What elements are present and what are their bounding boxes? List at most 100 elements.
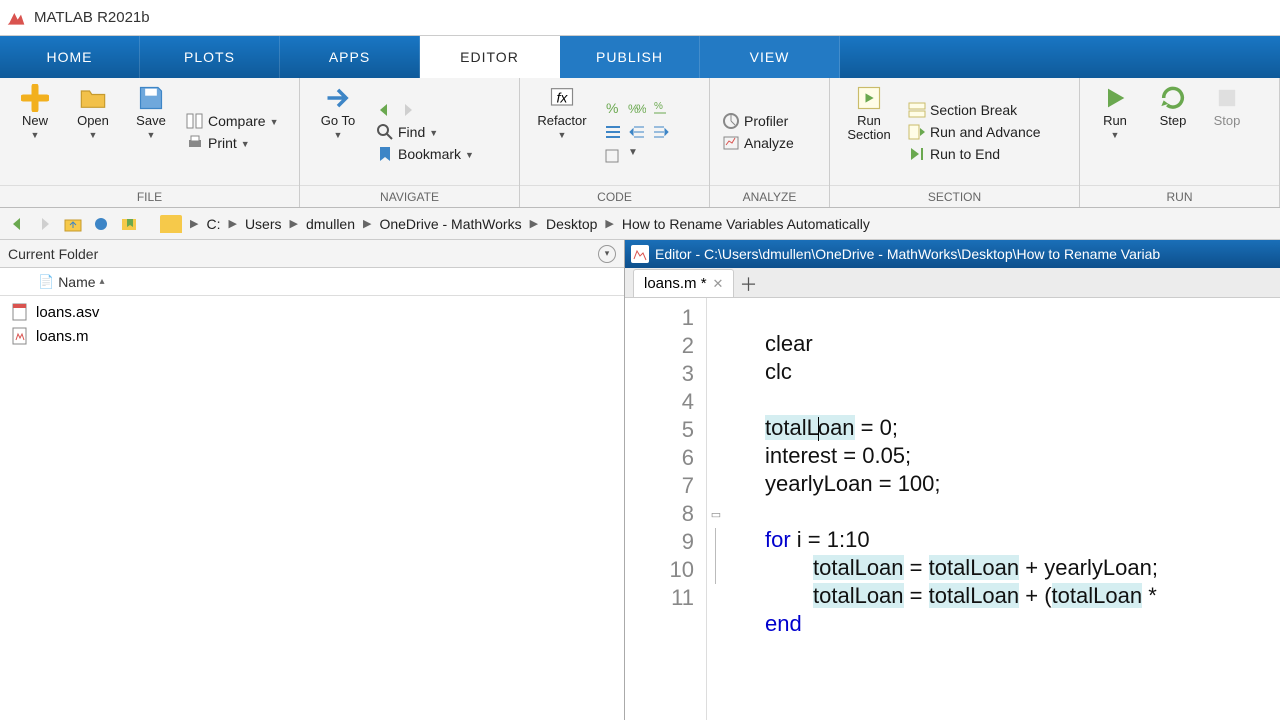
new-tab-button[interactable]: ＋: [734, 271, 762, 297]
print-label: Print: [208, 135, 237, 151]
chevron-down-icon: ▼: [89, 130, 98, 140]
run-to-end-button[interactable]: Run to End: [908, 145, 1041, 163]
chevron-down-icon: ▼: [558, 130, 567, 140]
open-label: Open: [77, 114, 109, 128]
group-label-section: SECTION: [830, 185, 1079, 207]
tab-apps[interactable]: APPS: [280, 36, 420, 78]
stop-button[interactable]: Stop: [1202, 82, 1252, 128]
arrow-left-icon: [376, 101, 394, 119]
refactor-label: Refactor: [537, 114, 586, 128]
stop-label: Stop: [1214, 114, 1241, 128]
indent-right-icon[interactable]: [628, 123, 646, 141]
svg-text:%: %: [654, 101, 663, 112]
group-label-code: CODE: [520, 185, 709, 207]
run-advance-button[interactable]: Run and Advance: [908, 123, 1041, 141]
sort-asc-icon: ▴: [100, 276, 105, 287]
bookmark-button[interactable]: Bookmark ▼: [376, 145, 474, 163]
profiler-button[interactable]: Profiler: [722, 112, 794, 130]
nav-back-forward[interactable]: [376, 101, 474, 119]
chevron-down-icon: ▼: [1111, 130, 1120, 140]
compare-button[interactable]: Compare ▼: [186, 112, 279, 130]
refactor-button[interactable]: fx Refactor ▼: [526, 82, 598, 140]
current-folder-title: Current Folder: [8, 246, 98, 262]
tab-plots[interactable]: PLOTS: [140, 36, 280, 78]
editor-tab[interactable]: loans.m * ✕: [633, 269, 734, 297]
fold-toggle[interactable]: ▭: [707, 500, 725, 528]
name-column-header[interactable]: 📄 Name ▴: [0, 268, 624, 296]
close-icon[interactable]: ✕: [713, 276, 724, 292]
open-button[interactable]: Open ▼: [64, 82, 122, 140]
code-tool-icon[interactable]: [604, 147, 622, 165]
new-button[interactable]: New ▼: [6, 82, 64, 140]
current-folder-header: Current Folder ▾: [0, 240, 624, 268]
save-button[interactable]: Save ▼: [122, 82, 180, 140]
goto-button[interactable]: Go To ▼: [306, 82, 370, 140]
file-name: loans.m: [36, 328, 89, 345]
crumb-onedrive[interactable]: OneDrive - MathWorks: [379, 216, 521, 232]
indent-icon[interactable]: [604, 123, 622, 141]
run-section-button[interactable]: Run Section: [836, 82, 902, 143]
run-button[interactable]: Run ▼: [1086, 82, 1144, 140]
title-bar: MATLAB R2021b: [0, 0, 1280, 36]
goto-label: Go To: [321, 114, 355, 128]
section-break-icon: [908, 101, 926, 119]
compare-label: Compare: [208, 113, 266, 129]
tab-view[interactable]: VIEW: [700, 36, 840, 78]
back-button[interactable]: [6, 213, 28, 235]
new-label: New: [22, 114, 48, 128]
crumb-desktop[interactable]: Desktop: [546, 216, 597, 232]
editor-icon: [631, 245, 649, 263]
step-button[interactable]: Step: [1144, 82, 1202, 128]
wrap-comment-icon[interactable]: %: [652, 99, 670, 117]
group-label-navigate: NAVIGATE: [300, 185, 519, 207]
matlab-logo-icon: [6, 8, 26, 28]
step-label: Step: [1160, 114, 1187, 128]
chevron-down-icon: ▼: [270, 117, 279, 127]
print-icon: [186, 134, 204, 152]
asv-file-icon: [10, 302, 30, 322]
file-row[interactable]: loans.asv: [0, 300, 624, 324]
main-split: Current Folder ▾ 📄 Name ▴ loans.asv loan…: [0, 240, 1280, 720]
line-gutter: 123 456 789 1011: [625, 298, 707, 720]
code-editor[interactable]: 123 456 789 1011 ▭ clearclctotalLoan = 0…: [625, 298, 1280, 720]
goto-icon: [324, 84, 352, 112]
crumb-dmullen[interactable]: dmullen: [306, 216, 355, 232]
forward-button[interactable]: [34, 213, 56, 235]
globe-folder-button[interactable]: [90, 213, 112, 235]
compare-icon: [186, 112, 204, 130]
comment-icon[interactable]: %: [604, 99, 622, 117]
uncomment-icon[interactable]: %%: [628, 99, 646, 117]
chevron-down-icon: ▼: [465, 150, 474, 160]
panel-menu-button[interactable]: ▾: [598, 245, 616, 263]
profiler-icon: [722, 112, 740, 130]
name-header-label: Name: [58, 274, 95, 290]
indent-left-icon[interactable]: [652, 123, 670, 141]
current-folder-panel: Current Folder ▾ 📄 Name ▴ loans.asv loan…: [0, 240, 625, 720]
editor-title-text: Editor - C:\Users\dmullen\OneDrive - Mat…: [655, 246, 1160, 262]
find-button[interactable]: Find ▼: [376, 123, 474, 141]
crumb-users[interactable]: Users: [245, 216, 282, 232]
file-row[interactable]: loans.m: [0, 324, 624, 348]
play-icon: [1101, 84, 1129, 112]
chevron-right-icon: ▶: [528, 217, 540, 230]
chevron-right-icon: ▶: [361, 217, 373, 230]
tab-editor[interactable]: EDITOR: [420, 36, 560, 78]
bookmark-icon: [376, 145, 394, 163]
tab-publish[interactable]: PUBLISH: [560, 36, 700, 78]
run-label: Run: [1103, 114, 1127, 128]
print-button[interactable]: Print ▼: [186, 134, 279, 152]
stop-icon: [1213, 84, 1241, 112]
section-break-button[interactable]: Section Break: [908, 101, 1041, 119]
chevron-right-icon: ▶: [288, 217, 300, 230]
tab-home[interactable]: HOME: [0, 36, 140, 78]
up-folder-button[interactable]: [62, 213, 84, 235]
crumb-folder[interactable]: How to Rename Variables Automatically: [622, 216, 870, 232]
chevron-down-icon: ▼: [241, 139, 250, 149]
chevron-right-icon: ▶: [603, 217, 615, 230]
fold-gutter: ▭: [707, 298, 725, 720]
bookmark-folder-button[interactable]: [118, 213, 140, 235]
code-content[interactable]: clearclctotalLoan = 0;interest = 0.05;ye…: [725, 298, 1158, 720]
editor-panel: Editor - C:\Users\dmullen\OneDrive - Mat…: [625, 240, 1280, 720]
analyze-button[interactable]: Analyze: [722, 134, 794, 152]
crumb-c[interactable]: C:: [206, 216, 220, 232]
